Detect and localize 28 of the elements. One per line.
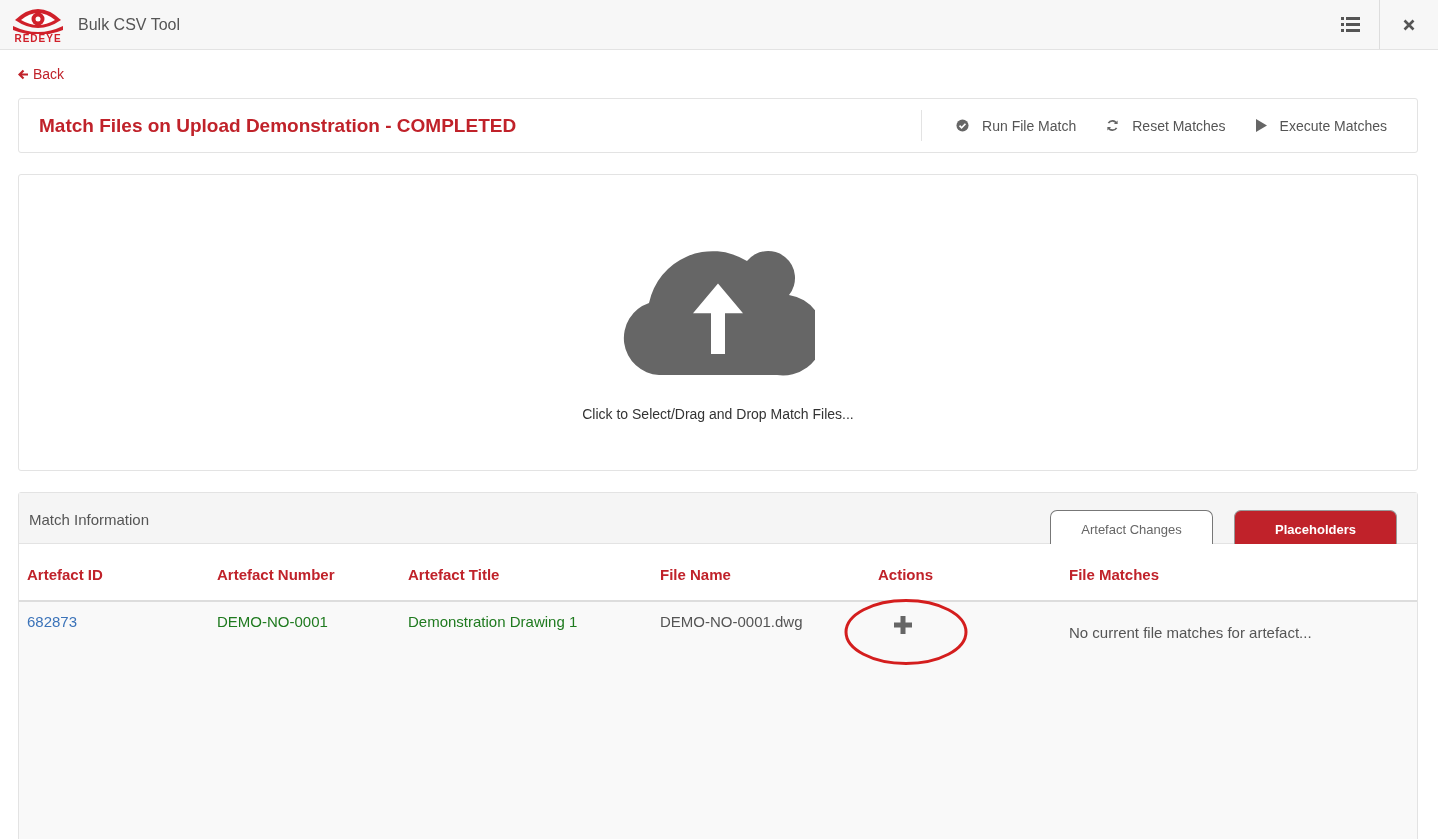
tab[interactable]: Artefact Changes	[1050, 510, 1213, 544]
tab[interactable]: Placeholders	[1234, 510, 1397, 544]
toolbar-button[interactable]: Reset Matches	[1084, 117, 1234, 134]
add-icon[interactable]	[893, 615, 913, 635]
table-cell: DEMO-NO-0001.dwg	[652, 601, 870, 653]
column-header: Artefact ID	[19, 544, 209, 601]
column-header: Artefact Title	[400, 544, 652, 601]
column-header: Artefact Number	[209, 544, 400, 601]
refresh-icon	[1106, 119, 1120, 132]
arrow-left-icon	[18, 68, 29, 80]
column-header: Actions	[870, 544, 1061, 601]
play-icon	[1255, 119, 1267, 132]
column-header: File Name	[652, 544, 870, 601]
close-icon[interactable]	[1403, 18, 1415, 31]
toolbar-button[interactable]: Execute Matches	[1233, 117, 1395, 134]
table-cell: Demonstration Drawing 1	[400, 601, 652, 653]
artefact-id-link[interactable]: 682873	[27, 613, 78, 630]
back-link[interactable]: Back	[18, 66, 65, 82]
upload-prompt: Click to Select/Drag and Drop Match Files...	[582, 406, 854, 422]
toolbar-button[interactable]: Run File Match	[934, 117, 1085, 134]
panel-title: Match Information	[29, 511, 151, 528]
app-title: Bulk CSV Tool	[78, 15, 181, 34]
column-header: File Matches	[1061, 544, 1417, 601]
logo: REDEYE	[12, 5, 64, 44]
job-title: Match Files on Upload Demonstration - COMPLETED	[39, 114, 518, 137]
table-cell: No current file matches for artefact...	[1061, 601, 1417, 653]
table-cell: DEMO-NO-0001	[209, 601, 400, 653]
check-circle-icon	[956, 119, 970, 132]
